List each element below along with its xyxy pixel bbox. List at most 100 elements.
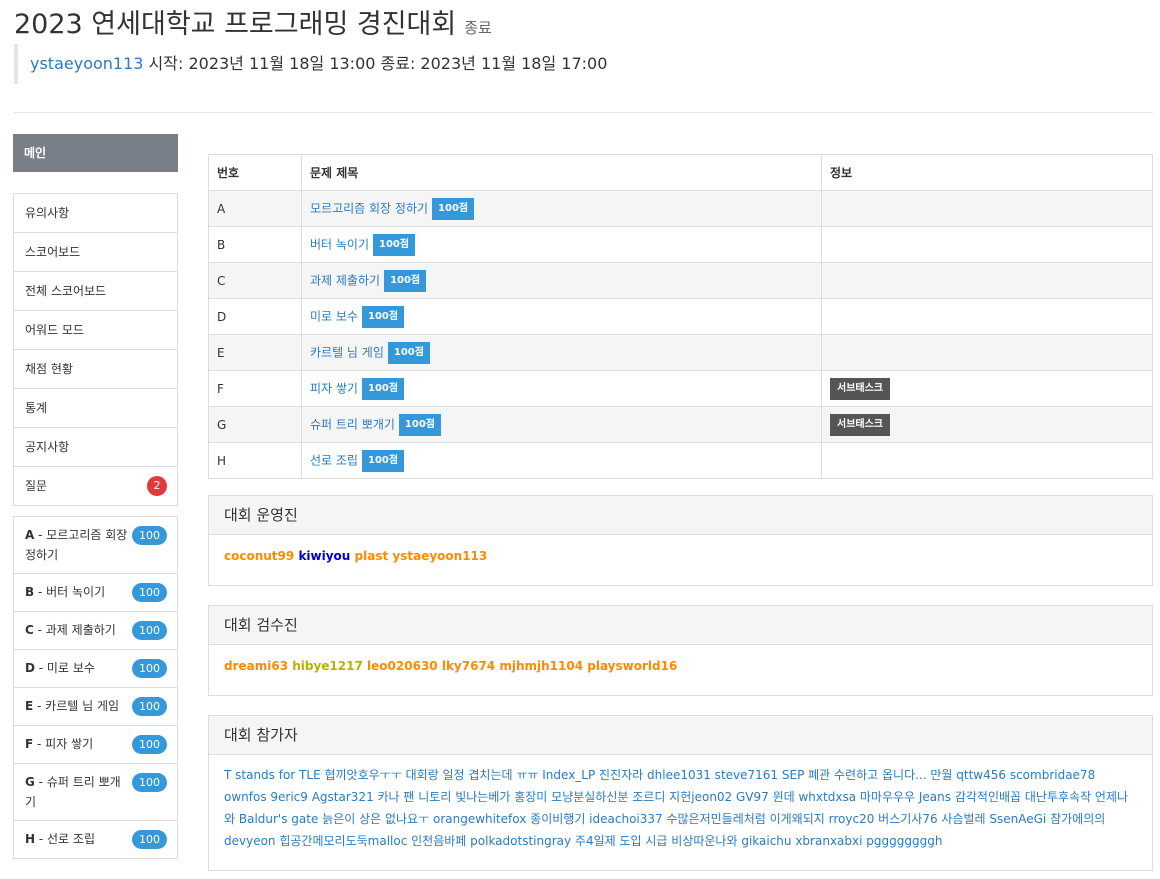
problem-title-cell: 슈퍼 트리 뽀개기 100점 [301, 406, 822, 443]
problem-link[interactable]: 미로 보수 [310, 309, 358, 323]
score-label: 100점 [373, 233, 416, 256]
table-row: F 피자 쌓기 100점 서브태스크 [208, 370, 1153, 407]
column-header-number: 번호 [208, 154, 302, 191]
problem-link[interactable]: 카르텔 님 게임 [310, 345, 384, 359]
score-label: 100점 [361, 449, 405, 472]
sidebar-item-statistics[interactable]: 통계 [14, 389, 177, 428]
problem-name: - 카르텔 님 게임 [33, 699, 120, 713]
participants-panel: 대회 참가자 T stands for TLE 협끼앗호우ㅜㅜ 대회랑 일정 겹… [208, 715, 1153, 871]
problem-number: B [208, 226, 302, 263]
score-label: 100점 [384, 269, 427, 292]
sidebar-problem-item[interactable]: C - 과제 제출하기 100 [14, 612, 177, 650]
table-row: D 미로 보수 100점 [208, 298, 1153, 335]
problem-table: 번호 문제 제목 정보 A 모르고리즘 회장 정하기 100점 B 버터 녹이기 1… [208, 154, 1153, 479]
column-header-info: 정보 [821, 154, 1153, 191]
panel-title: 대회 검수진 [209, 606, 1152, 645]
score-label: 100점 [398, 413, 441, 436]
score-label: 100점 [361, 377, 405, 400]
problem-info [821, 190, 1153, 227]
problem-number: C [208, 262, 302, 299]
user-link[interactable]: plast [355, 549, 389, 563]
problem-link[interactable]: 피자 쌓기 [310, 381, 358, 395]
user-link[interactable]: ystaeyoon113 [392, 549, 487, 563]
problem-info [821, 334, 1153, 371]
problem-title-cell: 카르텔 님 게임 100점 [301, 334, 822, 371]
score-badge: 100 [132, 583, 167, 602]
author-link[interactable]: ystaeyoon113 [30, 54, 143, 73]
sidebar-item-main[interactable]: 메인 [13, 134, 178, 172]
score-badge: 100 [132, 697, 167, 716]
user-link[interactable]: lky7674 [442, 659, 495, 673]
staff-panel: 대회 운영진 coconut99 kiwiyou plast ystaeyoon… [208, 495, 1153, 586]
column-header-title: 문제 제목 [301, 154, 822, 191]
sidebar-item-questions[interactable]: 질문 2 [14, 467, 177, 505]
problem-link[interactable]: 과제 제출하기 [310, 273, 380, 287]
sidebar-item-notes[interactable]: 유의사항 [14, 194, 177, 233]
problem-number: D [208, 298, 302, 335]
sidebar-item-status[interactable]: 채점 현황 [14, 350, 177, 389]
problem-number: E [208, 334, 302, 371]
table-header-row: 번호 문제 제목 정보 [208, 154, 1153, 191]
question-count-badge: 2 [147, 476, 167, 496]
sidebar-problem-item[interactable]: F - 피자 쌓기 100 [14, 726, 177, 764]
sidebar-item-full-scoreboard[interactable]: 전체 스코어보드 [14, 272, 177, 311]
sidebar-problem-item[interactable]: A - 모르고리즘 회장 정하기 100 [14, 517, 177, 574]
problem-title-cell: 버터 녹이기 100점 [301, 226, 822, 263]
problem-id: G [25, 775, 35, 789]
contest-title: 2023 연세대학교 프로그래밍 경진대회 [14, 9, 457, 40]
sidebar-problem-item[interactable]: D - 미로 보수 100 [14, 650, 177, 688]
problem-id: D [25, 661, 35, 675]
schedule-text: 시작: 2023년 11월 18일 13:00 종료: 2023년 11월 18… [148, 54, 608, 73]
problem-info [821, 442, 1153, 479]
problem-link[interactable]: 슈퍼 트리 뽀개기 [310, 417, 395, 431]
table-row: C 과제 제출하기 100점 [208, 262, 1153, 299]
sidebar-problem-item[interactable]: H - 선로 조립 100 [14, 821, 177, 858]
sidebar-item-award-mode[interactable]: 어워드 모드 [14, 311, 177, 350]
user-link[interactable]: dreami63 [224, 659, 288, 673]
problem-id: H [25, 832, 36, 846]
reviewers-list: dreami63 hibye1217 leo020630 lky7674 mjh… [209, 645, 1152, 687]
score-label: 100점 [432, 197, 475, 220]
score-badge: 100 [132, 735, 167, 754]
score-badge: 100 [132, 621, 167, 640]
problem-link[interactable]: 버터 녹이기 [310, 237, 369, 251]
problem-info: 서브태스크 [821, 370, 1153, 407]
problem-number: A [208, 190, 302, 227]
sidebar-problem-list: A - 모르고리즘 회장 정하기 100 B - 버터 녹이기 100 C - 과제… [13, 516, 178, 859]
problem-name: - 슈퍼 트리 뽀개기 [25, 775, 121, 809]
score-label: 100점 [361, 305, 405, 328]
page-title: 2023 연세대학교 프로그래밍 경진대회 종료 [14, 2, 492, 41]
problem-number: G [208, 406, 302, 443]
user-link[interactable]: mjhmjh1104 [499, 659, 583, 673]
table-row: H 선로 조립 100점 [208, 442, 1153, 479]
problem-link[interactable]: 선로 조립 [310, 453, 358, 467]
sidebar-item-notice[interactable]: 공지사항 [14, 428, 177, 467]
user-link[interactable]: hibye1217 [292, 659, 363, 673]
problem-id: A [25, 528, 35, 542]
problem-name: - 선로 조립 [35, 832, 95, 846]
participants-list[interactable]: T stands for TLE 협끼앗호우ㅜㅜ 대회랑 일정 겹치는데 ㅠㅠ … [209, 755, 1152, 852]
staff-list: coconut99 kiwiyou plast ystaeyoon113 [209, 535, 1152, 577]
sidebar-item-scoreboard[interactable]: 스코어보드 [14, 233, 177, 272]
sidebar-problem-item[interactable]: B - 버터 녹이기 100 [14, 574, 177, 612]
panel-title: 대회 참가자 [209, 716, 1152, 755]
problem-id: B [25, 585, 35, 599]
problem-title-cell: 미로 보수 100점 [301, 298, 822, 335]
user-link[interactable]: kiwiyou [298, 549, 350, 563]
problem-id: F [25, 737, 34, 751]
contest-meta: ystaeyoon113 시작: 2023년 11월 18일 13:00 종료:… [14, 44, 607, 84]
user-link[interactable]: leo020630 [367, 659, 438, 673]
problem-info [821, 226, 1153, 263]
sidebar-problem-item[interactable]: G - 슈퍼 트리 뽀개기 100 [14, 764, 177, 821]
problem-link[interactable]: 모르고리즘 회장 정하기 [310, 201, 428, 215]
score-label: 100점 [387, 341, 430, 364]
problem-id: E [25, 699, 34, 713]
subtask-badge: 서브태스크 [830, 377, 890, 400]
user-link[interactable]: coconut99 [224, 549, 294, 563]
subtask-badge: 서브태스크 [830, 413, 890, 436]
user-link[interactable]: playsworld16 [587, 659, 677, 673]
problem-info: 서브태스크 [821, 406, 1153, 443]
problem-number: H [208, 442, 302, 479]
problem-id: C [25, 623, 34, 637]
sidebar-problem-item[interactable]: E - 카르텔 님 게임 100 [14, 688, 177, 726]
